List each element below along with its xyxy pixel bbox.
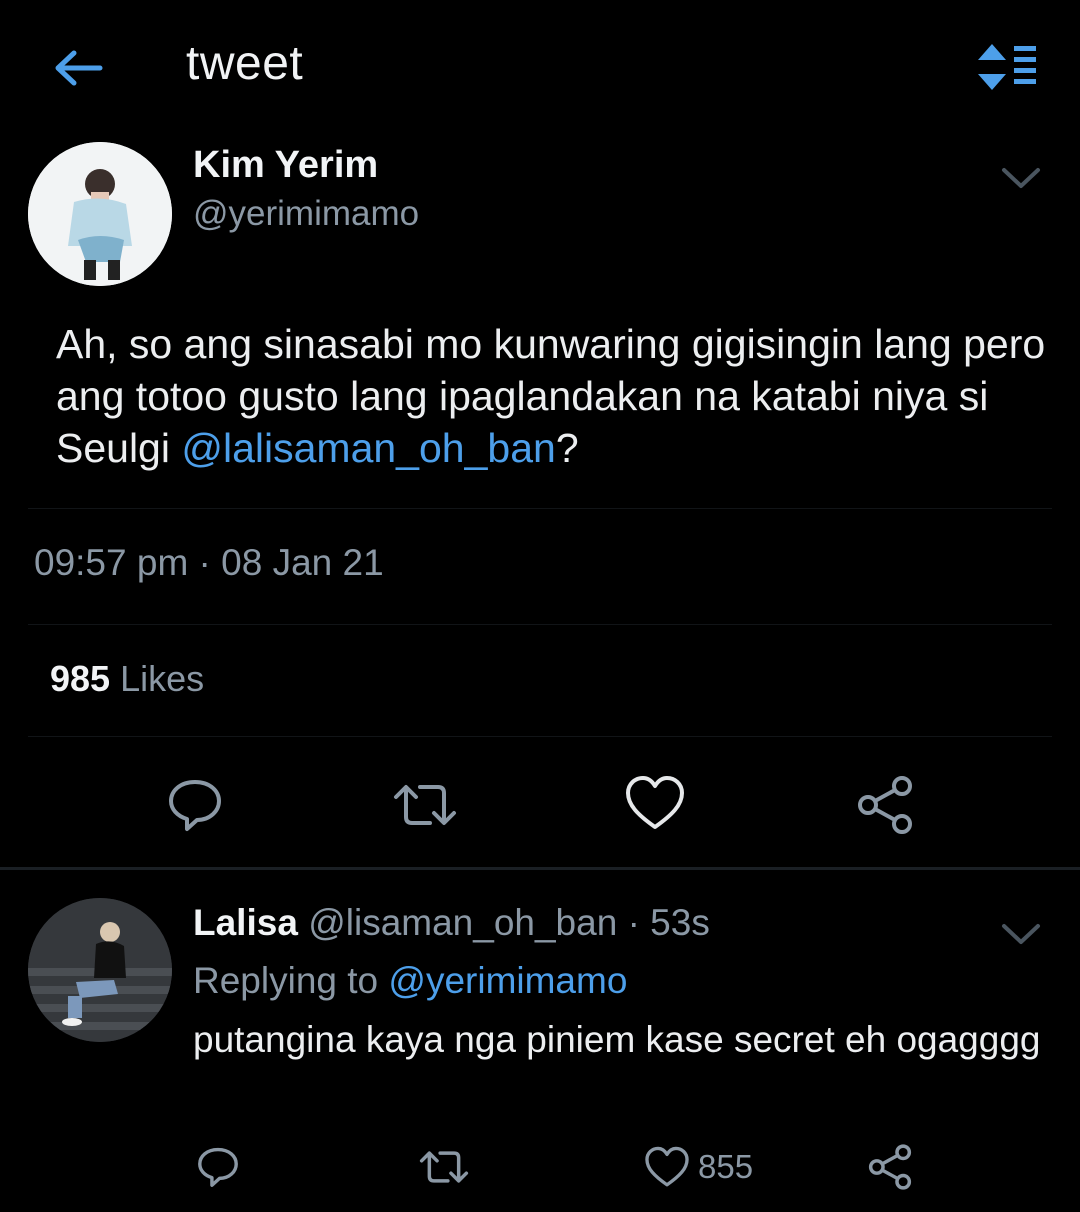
- top-bar: tweet: [0, 0, 1080, 130]
- reply-like-button[interactable]: 855: [644, 1142, 774, 1192]
- divider: [28, 508, 1052, 509]
- tweet-timestamp: 09:57 pm · 08 Jan 21: [34, 542, 384, 583]
- replying-to: Replying to @yerimimamo: [193, 960, 627, 1002]
- reply-share-button[interactable]: [862, 1142, 918, 1192]
- reply-like-count: 855: [698, 1148, 754, 1185]
- tweet-text-end: ?: [555, 425, 579, 471]
- sort-button[interactable]: [976, 40, 1042, 94]
- reply-text: putangina kaya nga piniem kase secret eh…: [193, 1019, 1041, 1060]
- like-button[interactable]: [620, 768, 690, 838]
- chevron-down-icon: [1002, 168, 1040, 188]
- chevron-down-icon: [1002, 924, 1040, 944]
- tweet-actions: [0, 640, 1080, 834]
- share-button[interactable]: [850, 770, 920, 840]
- retweet-button[interactable]: [388, 770, 462, 840]
- tweet-options-button[interactable]: [996, 158, 1046, 198]
- back-arrow-icon: [55, 50, 103, 86]
- sort-icon: [978, 44, 1036, 90]
- reply-author-name[interactable]: Lalisa: [193, 902, 298, 943]
- replying-prefix: Replying to: [193, 960, 389, 1001]
- replying-to-link[interactable]: @yerimimamo: [388, 960, 627, 1001]
- back-button[interactable]: [48, 40, 108, 96]
- heart-icon: [645, 1146, 689, 1187]
- reply-header: Lalisa @lisaman_oh_ban · 53s: [193, 902, 710, 944]
- reply-actions: 855: [0, 1142, 1080, 1202]
- divider: [28, 624, 1052, 625]
- divider: [28, 736, 1052, 737]
- reply-time: · 53s: [627, 902, 710, 943]
- reply-reply-button[interactable]: [192, 1142, 244, 1192]
- share-icon: [868, 1144, 912, 1190]
- reply-icon: [169, 780, 221, 831]
- page-title: tweet: [186, 37, 304, 90]
- reply-avatar[interactable]: [28, 898, 172, 1042]
- tweet-text: Ah, so ang sinasabi mo kunwaring gigisin…: [56, 318, 1046, 474]
- avatar[interactable]: [28, 142, 172, 286]
- reply-retweet-button[interactable]: [416, 1142, 472, 1192]
- reply-author-handle[interactable]: @lisaman_oh_ban: [308, 902, 617, 943]
- reply-tweet[interactable]: Lalisa @lisaman_oh_ban · 53s Replying to…: [0, 870, 1080, 1212]
- share-icon: [858, 776, 912, 834]
- reply-button[interactable]: [160, 770, 230, 840]
- retweet-icon: [419, 1151, 469, 1183]
- retweet-icon: [394, 785, 456, 825]
- mention-link[interactable]: @lalisaman_oh_ban: [181, 425, 555, 471]
- reply-icon: [198, 1147, 238, 1187]
- reply-options-button[interactable]: [996, 914, 1046, 954]
- author-handle[interactable]: @yerimimamo: [193, 194, 419, 234]
- heart-icon: [626, 776, 684, 829]
- author-name[interactable]: Kim Yerim: [193, 144, 378, 187]
